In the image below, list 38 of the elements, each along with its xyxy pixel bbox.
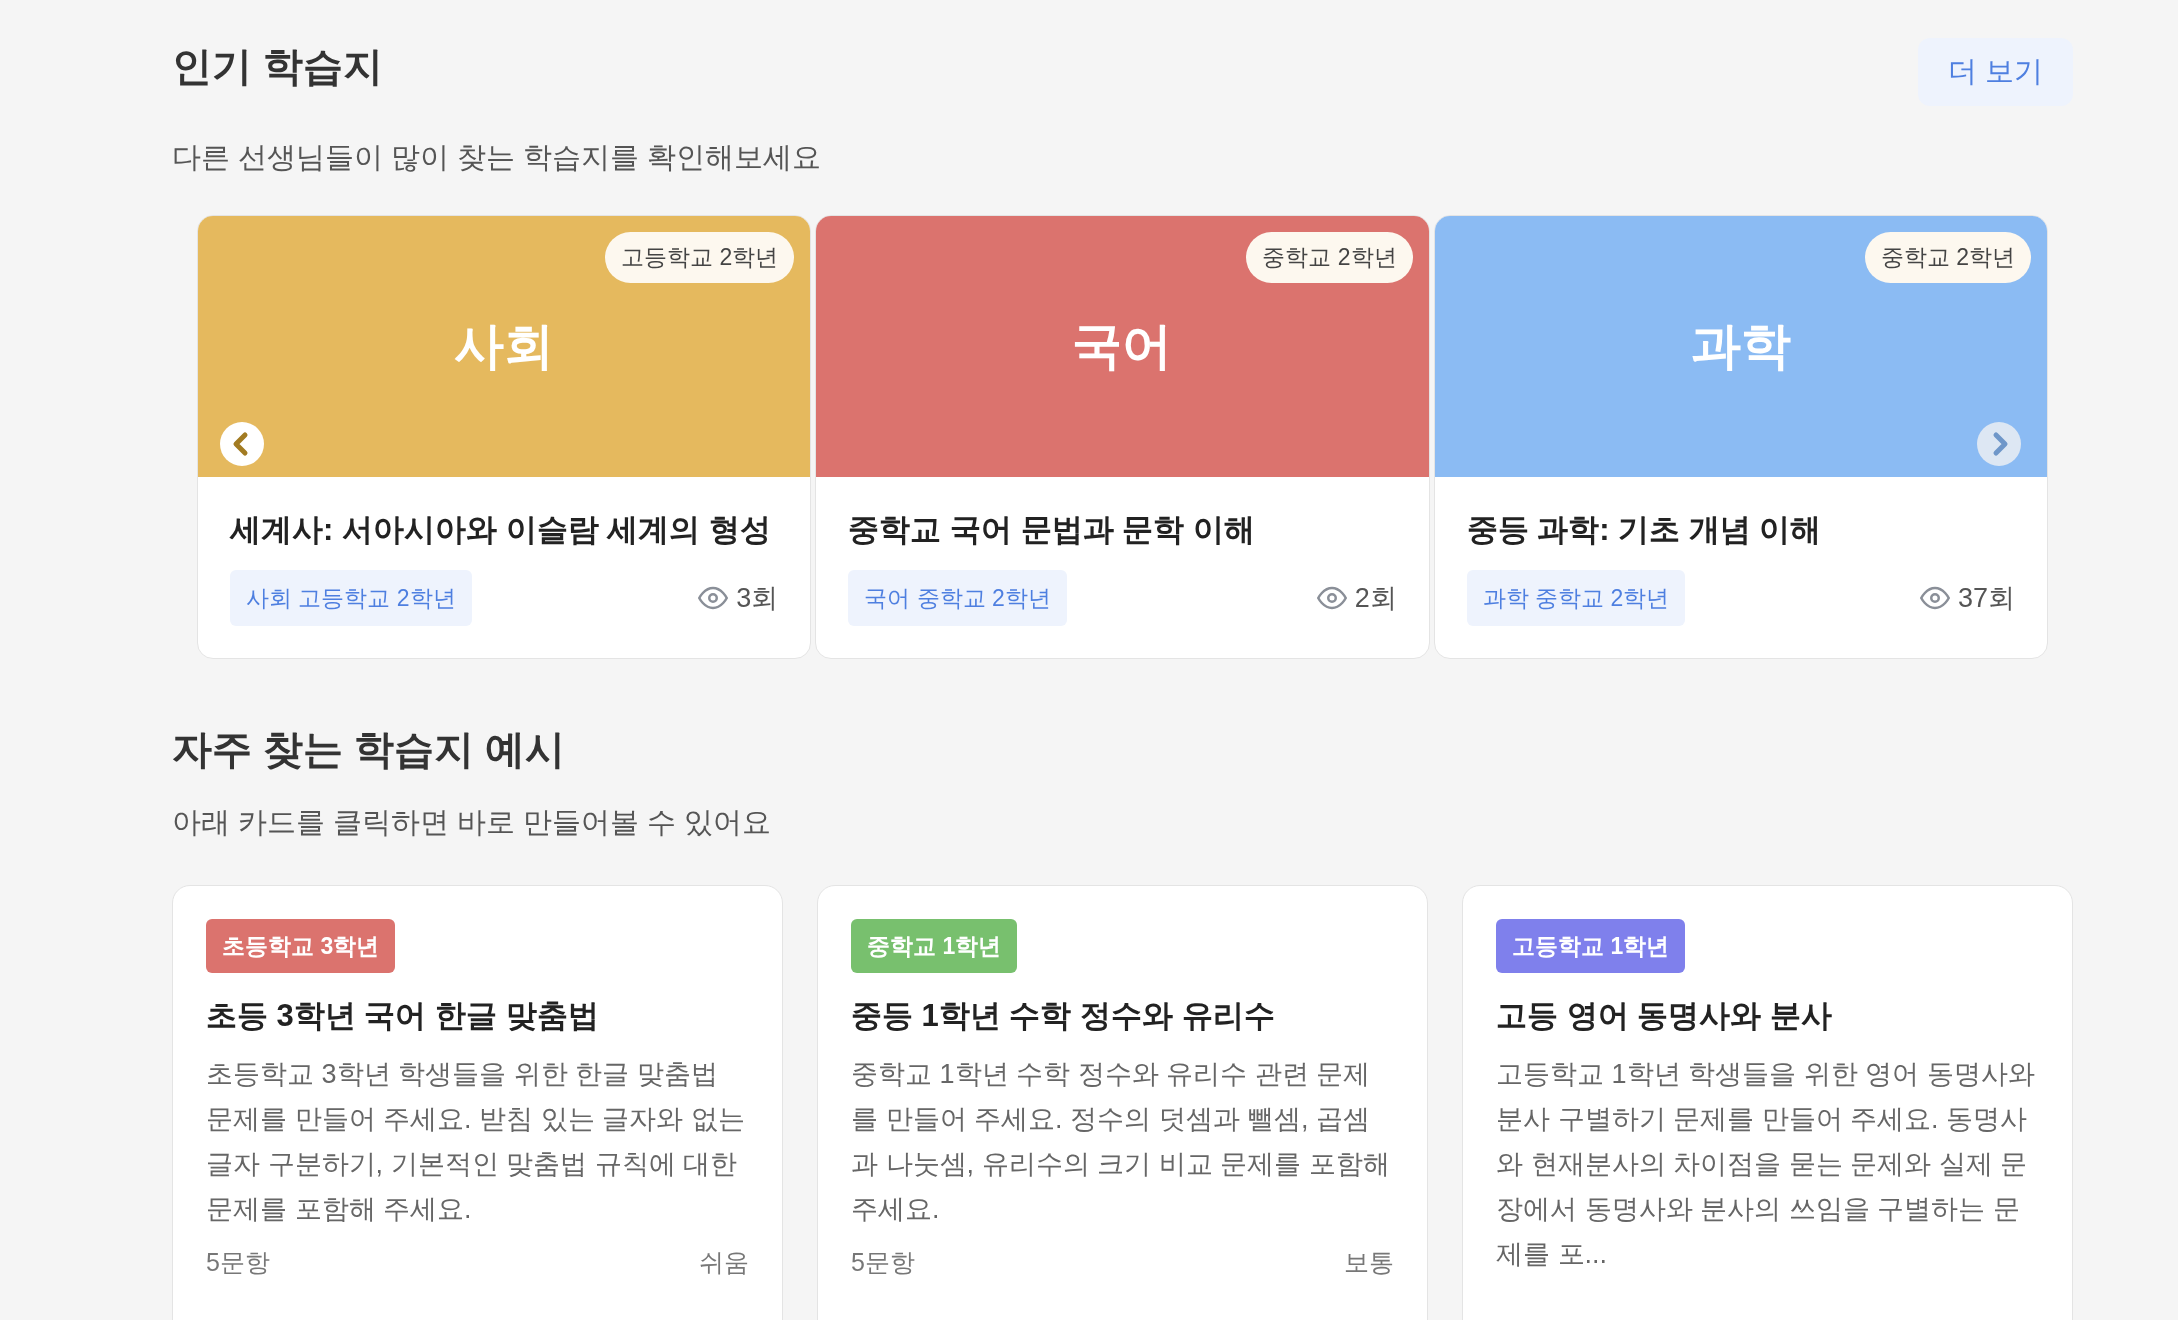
subject-tag: 과학 중학교 2학년 bbox=[1466, 569, 1686, 626]
example-card[interactable]: 초등학교 3학년 초등 3학년 국어 한글 맞춤법 초등학교 3학년 학생들을 위한 한글 맞춤법 문제를 만들어 주세요. 받침 있는 글자와 없는 글자 구분하기, 기본적인 맞춤법 규칙에 대한 문제를 포함해 주세요. 5문항 쉬움 bbox=[172, 884, 783, 1320]
worksheet-card[interactable]: 중학교 2학년 국어 중학교 국어 문법과 문학 이해 국어 중학교 2학년 2회 bbox=[815, 215, 1430, 659]
view-count: 37회 bbox=[1957, 581, 2015, 615]
subject-label: 사회 bbox=[454, 317, 555, 376]
view-count: 3회 bbox=[736, 581, 779, 615]
difficulty-label: 보통 bbox=[1344, 1246, 1394, 1278]
grade-badge: 중학교 1학년 bbox=[851, 918, 1018, 973]
view-count: 2회 bbox=[1354, 581, 1397, 615]
difficulty-label: 쉬움 bbox=[699, 1246, 749, 1278]
example-description: 초등학교 3학년 학생들을 위한 한글 맞춤법 문제를 만들어 주세요. 받침 있는 글자와 없는 글자 구분하기, 기본적인 맞춤법 규칙에 대한 문제를 포함해 주세요. bbox=[206, 1057, 746, 1226]
worksheet-title: 중학교 국어 문법과 문학 이해 bbox=[848, 511, 1256, 549]
section-subtitle: 아래 카드를 클릭하면 바로 만들어볼 수 있어요 bbox=[172, 805, 773, 840]
example-title: 초등 3학년 국어 한글 맞춤법 bbox=[206, 997, 600, 1035]
example-description: 중학교 1학년 수학 정수와 유리수 관련 문제를 만들어 주세요. 정수의 덧셈과 뺄셈, 곱셈과 나눗셈, 유리수의 크기 비교 문제를 포함해 주세요. bbox=[851, 1057, 1391, 1226]
section-title: 자주 찾는 학습지 예시 bbox=[172, 726, 567, 773]
grade-badge: 고등학교 1학년 bbox=[1496, 918, 1686, 973]
section-title: 인기 학습지 bbox=[172, 43, 384, 90]
example-title: 중등 1학년 수학 정수와 유리수 bbox=[851, 997, 1276, 1035]
worksheet-card[interactable]: 중학교 2학년 과학 중등 과학: 기초 개념 이해 과학 중학교 2학년 37회 bbox=[1433, 215, 2048, 659]
subject-tag: 사회 고등학교 2학년 bbox=[230, 569, 472, 626]
worksheet-card[interactable]: 고등학교 2학년 사회 세계사: 서아시아와 이슬람 세계의 형성 사회 고등학교 2학년 3회 bbox=[197, 215, 812, 659]
grade-badge: 초등학교 3학년 bbox=[206, 918, 396, 973]
example-card[interactable]: 중학교 1학년 중등 1학년 수학 정수와 유리수 중학교 1학년 수학 정수와 유리수 관련 문제를 만들어 주세요. 정수의 덧셈과 뺄셈, 곱셈과 나눗셈, 유리수의 크기 비교 문제를 포함해 주세요. 5문항 보통 bbox=[817, 884, 1428, 1320]
example-description: 고등학교 1학년 학생들을 위한 영어 동명사와 분사 구별하기 문제를 만들어 주세요. 동명사와 현재분사의 차이점을 묻는 문제와 실제 문장에서 동명사와 분사의 쓰임을 구별하는 문제를 포... bbox=[1496, 1057, 2036, 1271]
example-card[interactable]: 고등학교 1학년 고등 영어 동명사와 분사 고등학교 1학년 학생들을 위한 영어 동명사와 분사 구별하기 문제를 만들어 주세요. 동명사와 현재분사의 차이점을 묻는 문제와 실제 문장에서 동명사와 분사의 쓰임을 구별하는 문제를 포... bbox=[1462, 884, 2073, 1320]
worksheet-title: 세계사: 서아시아와 이슬람 세계의 형성 bbox=[230, 511, 772, 549]
section-subtitle: 다른 선생님들이 많이 찾는 학습지를 확인해보세요 bbox=[172, 139, 823, 175]
grade-badge: 고등학교 2학년 bbox=[605, 232, 795, 283]
question-count: 5문항 bbox=[851, 1246, 915, 1278]
subject-tag: 국어 중학교 2학년 bbox=[848, 569, 1067, 626]
example-title: 고등 영어 동명사와 분사 bbox=[1496, 997, 1833, 1035]
subject-label: 과학 bbox=[1690, 317, 1791, 376]
worksheet-title: 중등 과학: 기초 개념 이해 bbox=[1466, 511, 1823, 549]
grade-badge: 중학교 2학년 bbox=[1246, 232, 1413, 283]
grade-badge: 중학교 2학년 bbox=[1864, 232, 2031, 283]
subject-label: 국어 bbox=[1072, 317, 1173, 376]
question-count: 5문항 bbox=[206, 1246, 270, 1278]
